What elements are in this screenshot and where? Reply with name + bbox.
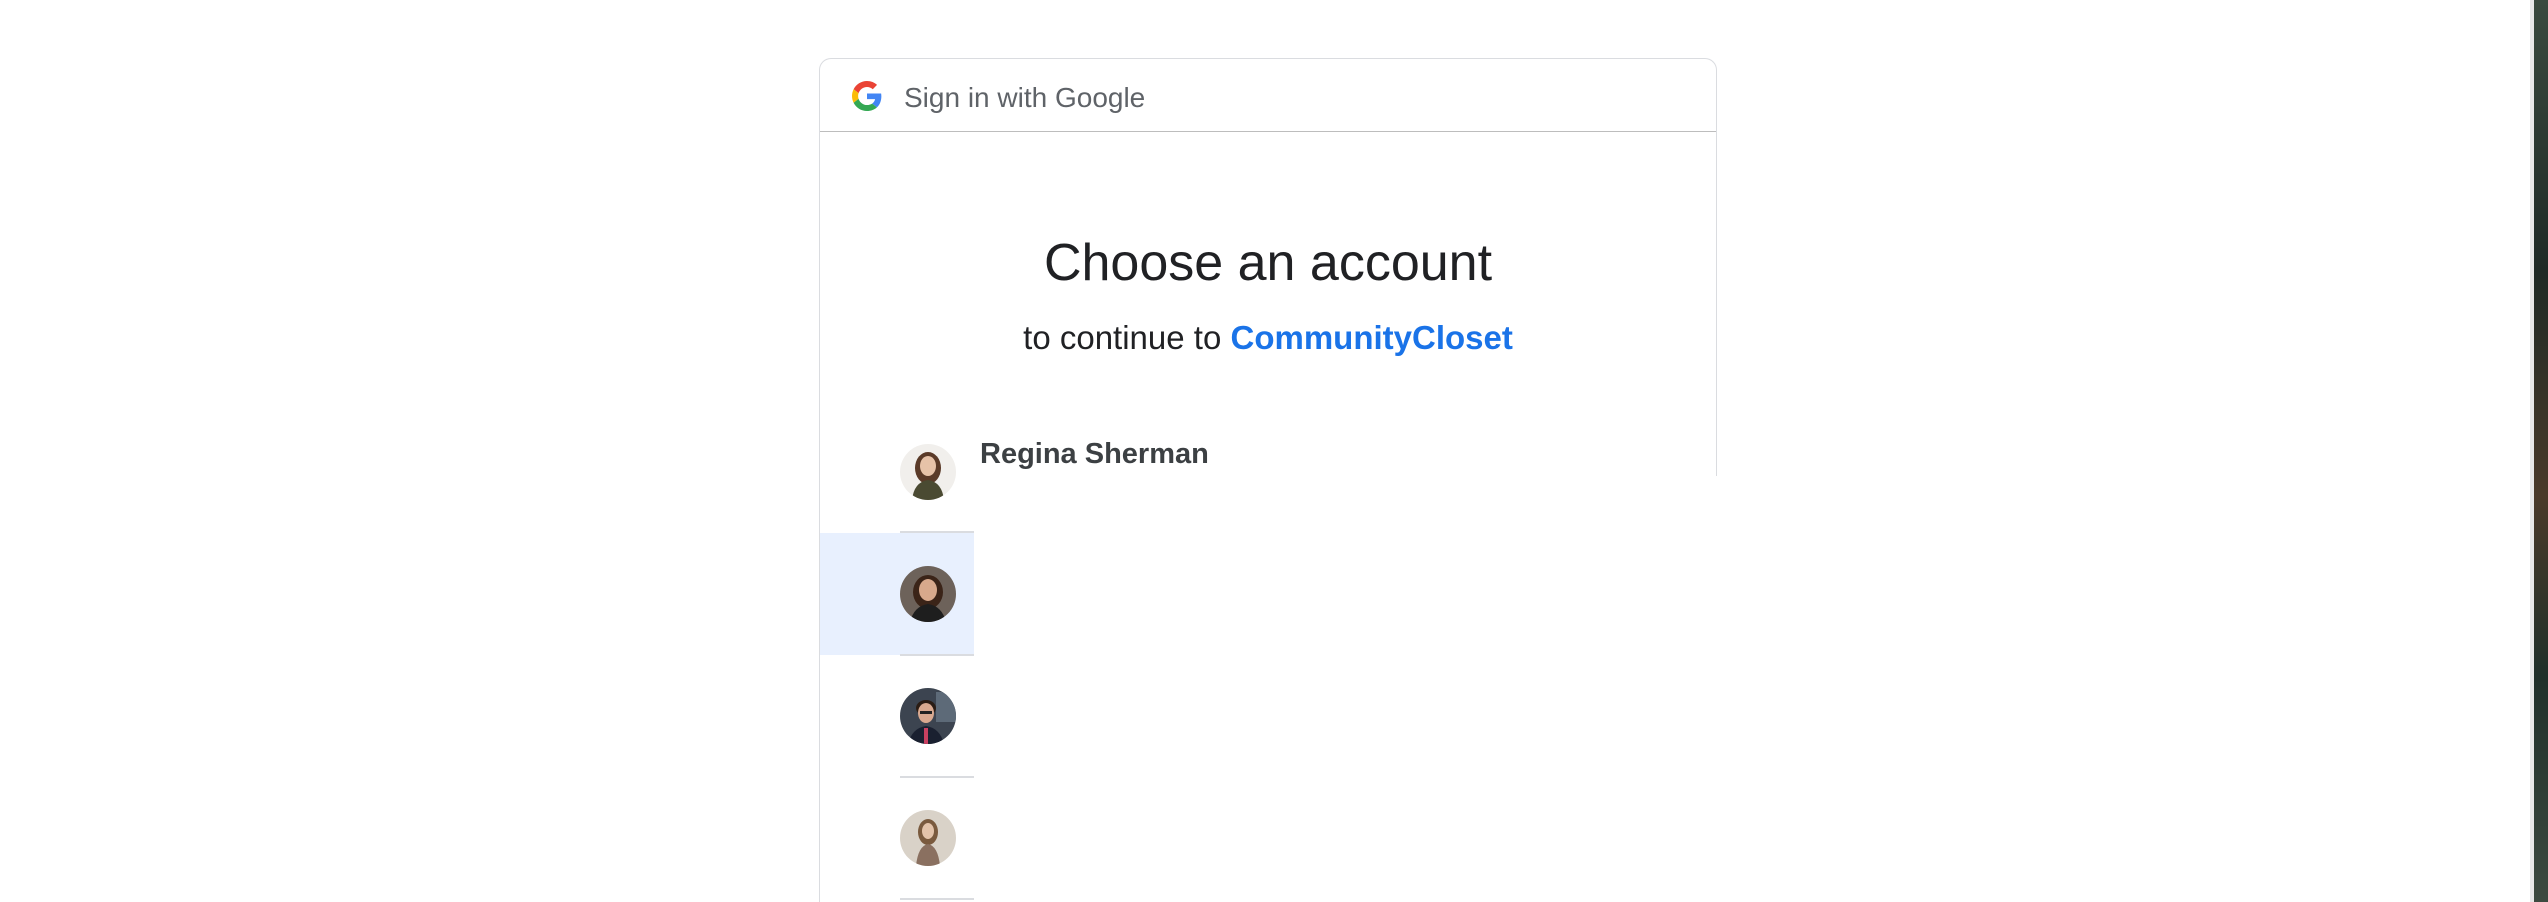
background-window-strip — [2534, 0, 2548, 902]
avatar-woman-2-icon — [900, 566, 956, 622]
account-avatar[interactable] — [900, 688, 956, 744]
account-divider — [900, 776, 974, 778]
account-avatar[interactable] — [900, 810, 956, 866]
sign-in-dialog: Sign in with Google Choose an account to… — [819, 58, 1717, 476]
avatar-woman-3-icon — [900, 810, 956, 866]
continue-to-text: to continue to CommunityCloset — [820, 317, 1716, 359]
account-divider — [900, 654, 974, 656]
page-title: Choose an account — [1043, 234, 1493, 292]
google-g-icon — [852, 81, 882, 111]
avatar-man-1-icon — [900, 688, 956, 744]
avatar-woman-1-icon — [900, 444, 956, 500]
continue-prefix: to continue to — [1023, 319, 1222, 356]
account-name[interactable]: Regina Sherman — [980, 436, 1209, 472]
page: Sign in with Google Choose an account to… — [0, 0, 2548, 902]
dialog-header: Sign in with Google — [820, 59, 1716, 132]
account-avatar[interactable] — [900, 566, 956, 622]
app-name-link[interactable]: CommunityCloset — [1230, 319, 1512, 356]
account-avatar[interactable] — [900, 444, 956, 500]
dialog-header-title: Sign in with Google — [904, 82, 1146, 113]
account-divider — [900, 898, 974, 900]
